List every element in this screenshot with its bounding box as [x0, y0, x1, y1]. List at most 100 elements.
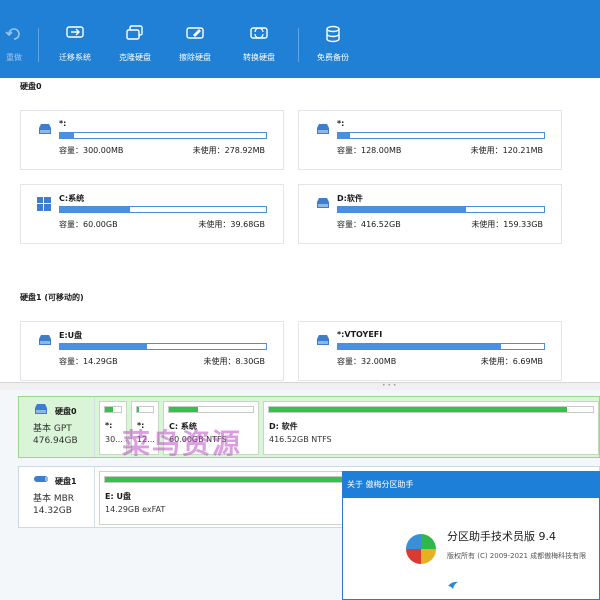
usage-bar: [59, 132, 267, 139]
partition-name: C:系统: [59, 194, 85, 203]
drive-icon: [39, 124, 51, 134]
disk-type: 基本 MBR: [33, 494, 75, 504]
convert-disk-button[interactable]: 转换硬盘: [236, 22, 282, 72]
hard-disk-icon: [35, 404, 47, 414]
free-space-text: 未使用：278.92MB: [192, 146, 265, 155]
redo-label: 重做: [6, 53, 22, 62]
backup-button[interactable]: 免费备份: [310, 22, 356, 72]
free-space-text: 未使用：39.68GB: [198, 220, 265, 229]
migrate-system-label: 迁移系统: [59, 53, 91, 62]
partition-card[interactable]: *:VTOYEFI 容量：32.00MB 未使用：6.69MB: [298, 321, 562, 381]
usage-fill: [338, 133, 351, 138]
partition-usage-bar: [168, 406, 254, 413]
usb-drive-icon: [34, 476, 48, 482]
capacity-text: 容量：32.00MB: [337, 357, 397, 366]
partition-name: *:: [337, 119, 345, 128]
drive-icon: [317, 198, 329, 208]
partition-info: 14.29GB exFAT: [105, 505, 166, 514]
disk-info: 硬盘1 基本 MBR 14.32GB: [19, 467, 95, 527]
partition-card[interactable]: D:软件 容量：416.52GB 未使用：159.33GB: [298, 184, 562, 244]
free-space-text: 未使用：120.21MB: [470, 146, 543, 155]
panel-splitter[interactable]: • • •: [0, 382, 600, 390]
drive-icon: [317, 335, 329, 345]
disk-list-panel: 硬盘0 *: 容量：300.00MB 未使用：278.92MB *: 容量：12…: [0, 78, 600, 382]
partition-usage-bar: [104, 406, 122, 413]
convert-disk-icon: [250, 27, 268, 39]
disk0-title: 硬盘0: [20, 82, 42, 91]
partition-label: *:: [105, 421, 113, 430]
drive-icon: [39, 335, 51, 345]
copyright-text: 版权所有 (C) 2009-2021 成都傲梅科技有限: [447, 552, 587, 560]
clone-disk-label: 克隆硬盘: [119, 53, 151, 62]
backup-icon: [326, 25, 340, 43]
disk-name: 硬盘1: [55, 477, 77, 486]
usage-fill: [60, 207, 131, 212]
backup-label: 免费备份: [317, 53, 349, 62]
disk-size: 476.94GB: [33, 436, 78, 446]
watermark-text: 菜鸟资源: [122, 427, 243, 460]
partition-card[interactable]: C:系统 容量：60.00GB 未使用：39.68GB: [20, 184, 284, 244]
partition-usage-fill: [269, 407, 568, 412]
partition-info: 30...: [105, 435, 123, 444]
capacity-text: 容量：128.00MB: [337, 146, 402, 155]
free-space-text: 未使用：8.30GB: [203, 357, 266, 366]
disk-type: 基本 GPT: [33, 424, 72, 434]
partition-info: 416.52GB NTFS: [269, 435, 332, 444]
partition-usage-fill: [105, 407, 113, 412]
partition-usage-bar: [136, 406, 154, 413]
partition-usage-bar: [268, 406, 594, 413]
wipe-disk-button[interactable]: 擦除硬盘: [172, 22, 218, 72]
usage-fill: [338, 344, 501, 349]
disk-map-row-disk0[interactable]: 硬盘0 基本 GPT 476.94GB *: 30... *: 12... C:…: [18, 396, 600, 458]
partition-usage-fill: [169, 407, 198, 412]
disk-info: 硬盘0 基本 GPT 476.94GB: [19, 397, 95, 457]
usage-bar: [337, 206, 545, 213]
disk-name: 硬盘0: [55, 407, 77, 416]
partition-label: E: U盘: [105, 492, 131, 501]
toolbar-separator: [298, 28, 299, 62]
capacity-text: 容量：60.00GB: [59, 220, 118, 229]
usage-fill: [60, 133, 75, 138]
clone-disk-button[interactable]: 克隆硬盘: [112, 22, 158, 72]
partition-name: *:: [59, 119, 67, 128]
product-name: 分区助手技术员版 9.4: [447, 530, 556, 543]
bird-logo-icon: [448, 581, 458, 589]
partition-usage-fill: [137, 407, 139, 412]
clone-disk-icon: [126, 25, 143, 40]
toolbar-separator: [38, 28, 39, 62]
free-space-text: 未使用：159.33GB: [471, 220, 543, 229]
usage-fill: [60, 344, 147, 349]
usage-bar: [337, 343, 545, 350]
app-logo-icon: [406, 534, 436, 564]
free-space-text: 未使用：6.69MB: [480, 357, 543, 366]
windows-icon: [37, 197, 51, 211]
splitter-grip-icon: • • •: [382, 382, 397, 389]
partition-name: *:VTOYEFI: [337, 330, 383, 339]
migrate-system-button[interactable]: 迁移系统: [52, 22, 98, 72]
partition-card[interactable]: E:U盘 容量：14.29GB 未使用：8.30GB: [20, 321, 284, 381]
drive-icon: [317, 124, 329, 134]
partition-name: D:软件: [337, 194, 363, 203]
about-dialog: 关于 傲梅分区助手 分区助手技术员版 9.4 版权所有 (C) 2009-202…: [342, 471, 600, 600]
disk-size: 14.32GB: [33, 506, 72, 516]
redo-icon: [5, 28, 20, 40]
toolbar: 重做 迁移系统 克隆硬盘 擦除硬盘 转换硬盘 免费备份: [0, 0, 600, 78]
partition-name: E:U盘: [59, 331, 83, 340]
usage-fill: [338, 207, 466, 212]
wipe-disk-icon: [186, 27, 204, 39]
partition-card[interactable]: *: 容量：300.00MB 未使用：278.92MB: [20, 110, 284, 170]
usage-bar: [337, 132, 545, 139]
capacity-text: 容量：300.00MB: [59, 146, 124, 155]
redo-button[interactable]: 重做: [0, 22, 28, 72]
capacity-text: 容量：14.29GB: [59, 357, 118, 366]
partition-block[interactable]: D: 软件 416.52GB NTFS: [263, 401, 599, 455]
partition-card[interactable]: *: 容量：128.00MB 未使用：120.21MB: [298, 110, 562, 170]
about-dialog-title: 关于 傲梅分区助手: [343, 472, 599, 498]
usage-bar: [59, 206, 267, 213]
migrate-system-icon: [66, 26, 84, 38]
partition-label: D: 软件: [269, 422, 298, 431]
capacity-text: 容量：416.52GB: [337, 220, 401, 229]
wipe-disk-label: 擦除硬盘: [179, 53, 211, 62]
convert-disk-label: 转换硬盘: [243, 53, 275, 62]
usage-bar: [59, 343, 267, 350]
